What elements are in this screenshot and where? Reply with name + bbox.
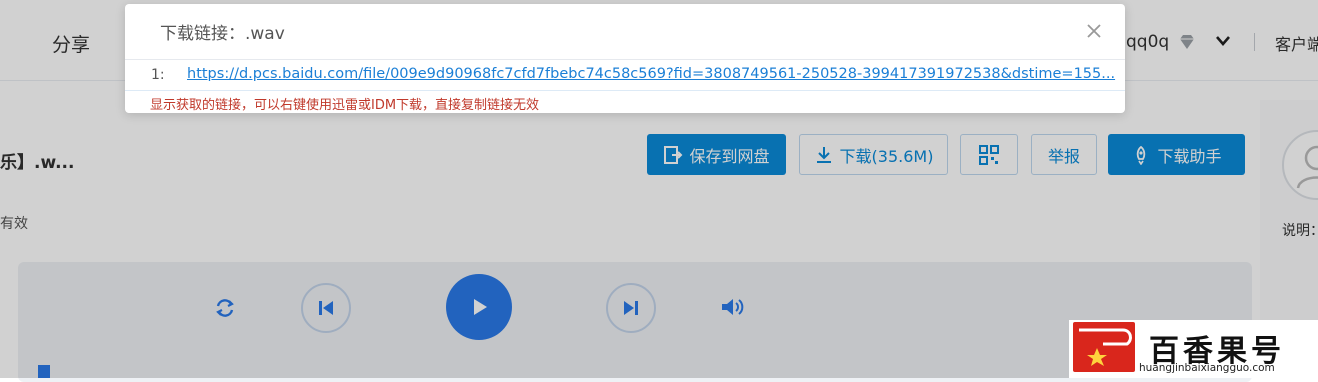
warning-note: 显示获取的链接，可以右键使用迅雷或IDM下载，直接复制链接无效 (150, 98, 540, 113)
close-icon[interactable] (1085, 22, 1103, 40)
page: 分享 qq0q 客户端 乐】.w... 有效 保存到网盘 下载(35.6M) 举… (0, 0, 1318, 382)
link-index: 1: (151, 67, 165, 83)
download-link[interactable]: https://d.pcs.baidu.com/file/009e9d90968… (187, 66, 1115, 82)
link-row: 1: https://d.pcs.baidu.com/file/009e9d90… (125, 60, 1125, 91)
watermark-logo-icon (1073, 322, 1135, 372)
watermark-url: huangjinbaixiangguo.com (1139, 362, 1275, 374)
watermark: 百香果号 huangjinbaixiangguo.com (1069, 320, 1318, 378)
dialog-header: 下载链接：.wav (125, 4, 1125, 60)
dialog-title: 下载链接：.wav (160, 24, 285, 44)
download-link-dialog: 下载链接：.wav 1: https://d.pcs.baidu.com/fil… (125, 4, 1125, 113)
